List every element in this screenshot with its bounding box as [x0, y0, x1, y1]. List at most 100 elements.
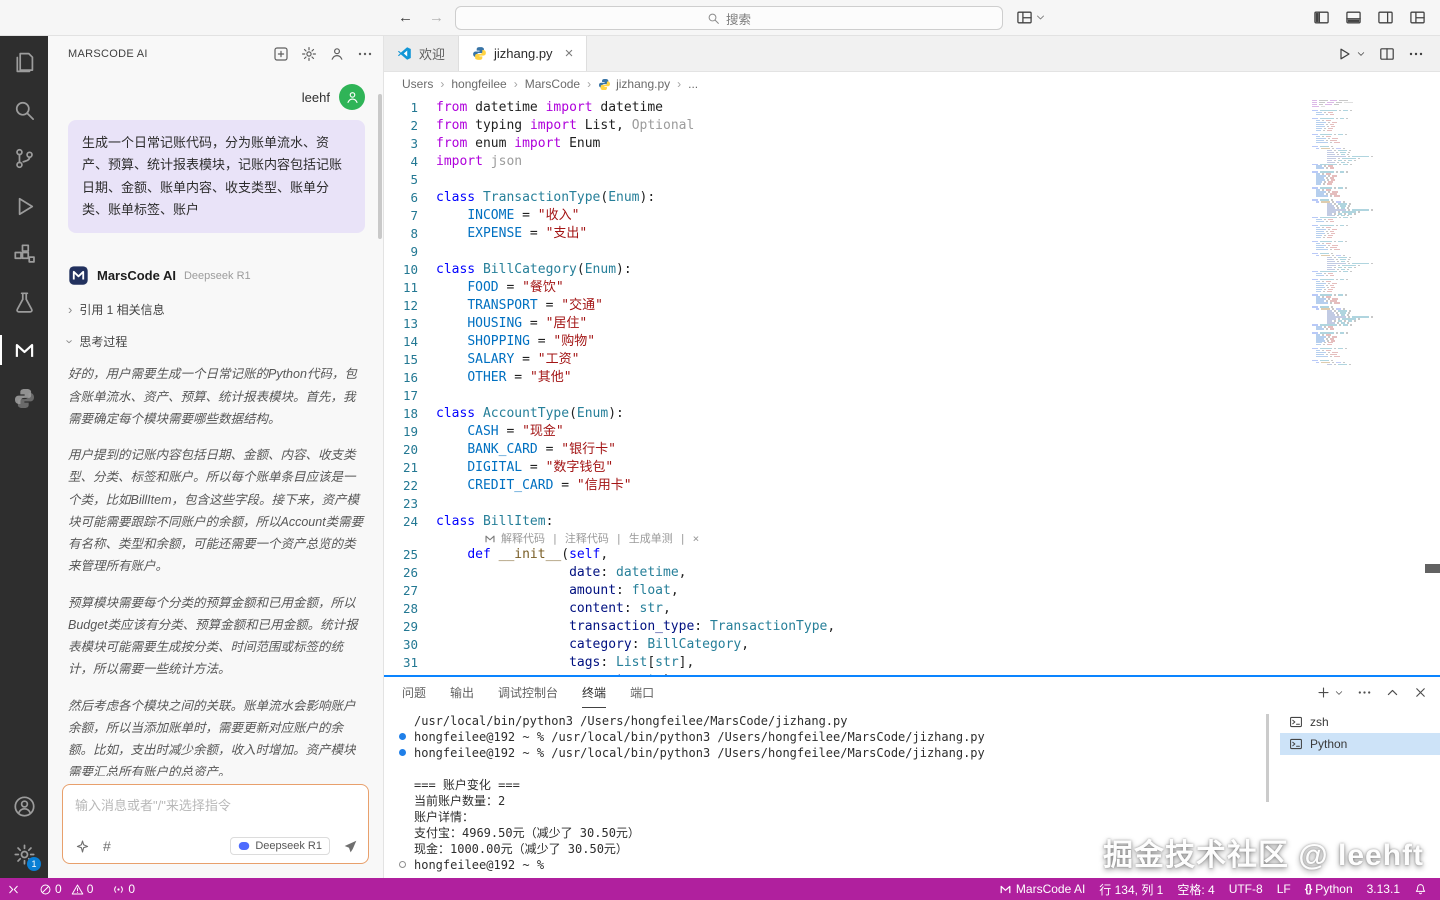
command-success-dot	[399, 733, 406, 740]
line-number: 9	[384, 243, 436, 261]
activity-item-python[interactable]	[0, 374, 48, 422]
run-icon[interactable]	[1336, 46, 1352, 62]
status-language-mode[interactable]: {}Python	[1298, 878, 1360, 900]
model-selector-badge[interactable]: Deepseek R1	[230, 837, 330, 855]
references-toggle[interactable]: › 引用 1 相关信息	[68, 301, 365, 318]
activity-item-extensions[interactable]	[0, 230, 48, 278]
code-editor[interactable]: 1from datetime import datetime2from typi…	[384, 96, 1440, 675]
terminal-line: 支付宝：4969.50元（减少了 30.50元）	[414, 825, 1268, 841]
line-number: 20	[384, 441, 436, 459]
breadcrumb-item[interactable]: jizhang.py	[598, 77, 670, 91]
account-icon	[13, 795, 36, 818]
panel-tab-端口[interactable]: 端口	[630, 677, 654, 708]
status-notifications[interactable]	[1407, 878, 1434, 900]
panel-actions	[1316, 685, 1428, 700]
status-problems[interactable]: 00	[32, 878, 105, 900]
status-bar: 000 MarsCode AI 行 134, 列 1 空格: 4 UTF-8LF{}P…	[0, 878, 1440, 900]
status-marscode-status[interactable]: MarsCode AI	[992, 878, 1092, 900]
panel-tab-输出[interactable]: 输出	[450, 677, 474, 708]
status-label: 空格: 4	[1177, 881, 1214, 898]
terminal-list-label: zsh	[1310, 715, 1329, 729]
breadcrumb-item[interactable]: hongfeilee	[451, 77, 506, 91]
sparkle-icon[interactable]	[75, 839, 90, 854]
status-indentation[interactable]: 空格: 4	[1170, 878, 1221, 900]
panel-left-icon[interactable]	[1313, 9, 1330, 26]
line-number: 7	[384, 207, 436, 225]
hash-command-button[interactable]: #	[103, 838, 111, 854]
activity-item-search[interactable]	[0, 86, 48, 134]
panel-tab-问题[interactable]: 问题	[402, 677, 426, 708]
marscode-logo-icon	[68, 265, 89, 286]
new-chat-icon[interactable]	[273, 46, 289, 62]
status-cursor-position[interactable]: 行 134, 列 1	[1092, 878, 1170, 900]
window-layout-button[interactable]	[1016, 9, 1046, 26]
terminal-scrollbar[interactable]	[1266, 714, 1269, 802]
line-number: 23	[384, 495, 436, 513]
codelens-actions[interactable]: 解释代码 | 注释代码 | 生成单测 | ×	[501, 530, 699, 548]
close-tab-icon[interactable]: ×	[565, 46, 574, 61]
activity-item-source-control[interactable]	[0, 134, 48, 182]
code-line: 19 CASH = "现金"	[384, 423, 1308, 441]
line-number: 12	[384, 297, 436, 315]
more-icon[interactable]	[357, 46, 373, 62]
terminal-line: hongfeilee@192 ~ % /usr/local/bin/python…	[414, 729, 1268, 745]
terminal-output[interactable]: /usr/local/bin/python3 /Users/hongfeilee…	[384, 713, 1268, 878]
line-number: 17	[384, 387, 436, 405]
settings-icon[interactable]	[301, 46, 317, 62]
sidebar-scrollbar[interactable]	[378, 94, 382, 239]
braces-icon: {}	[1305, 883, 1312, 896]
more-icon[interactable]	[1408, 46, 1424, 62]
status-label: MarsCode AI	[1016, 882, 1085, 896]
activity-item-account[interactable]	[0, 782, 48, 830]
profile-icon	[345, 90, 360, 105]
line-number: 14	[384, 333, 436, 351]
plus-icon[interactable]	[1316, 685, 1331, 700]
code-line: 3from enum import Enum	[384, 135, 1308, 153]
back-button[interactable]: ←	[398, 8, 413, 28]
thinking-toggle[interactable]: › 思考过程	[68, 333, 365, 350]
layout-icon[interactable]	[1409, 9, 1426, 26]
breadcrumb-item[interactable]: ...	[688, 77, 698, 91]
chat-input[interactable]: 输入消息或者"/"来选择指令 # Deepseek R1	[62, 784, 369, 864]
terminal-line: 当前账户数量：2	[414, 793, 1268, 809]
activity-item-testing[interactable]	[0, 278, 48, 326]
close-icon[interactable]	[1413, 685, 1428, 700]
status-python-version[interactable]: 3.13.1	[1360, 878, 1407, 900]
tab-欢迎[interactable]: 欢迎	[384, 36, 459, 71]
tab-jizhang.py[interactable]: jizhang.py×	[459, 36, 587, 71]
minimap[interactable]	[1312, 100, 1424, 366]
panel-right-icon[interactable]	[1377, 9, 1394, 26]
vscode-window: ← → 搜索 1 MARSCODE AI leehf 生成一个日常记账	[0, 0, 1440, 900]
terminal-list-item-zsh[interactable]: zsh	[1280, 711, 1440, 733]
activity-item-run-debug[interactable]	[0, 182, 48, 230]
panel-tab-终端[interactable]: 终端	[582, 677, 606, 708]
activity-item-explorer[interactable]	[0, 38, 48, 86]
chevron-up-icon[interactable]	[1385, 685, 1400, 700]
panel-tab-调试控制台[interactable]: 调试控制台	[498, 677, 558, 708]
profile-icon[interactable]	[329, 46, 345, 62]
panel-bottom-icon[interactable]	[1345, 9, 1362, 26]
status-ports[interactable]: 0	[105, 878, 147, 900]
breadcrumb-item[interactable]: MarsCode	[525, 77, 580, 91]
line-number: 27	[384, 582, 436, 600]
forward-button[interactable]: →	[429, 8, 444, 28]
code-line: 8 EXPENSE = "支出"	[384, 225, 1308, 243]
status-encoding[interactable]: UTF-8	[1222, 878, 1270, 900]
terminal-list-item-Python[interactable]: Python	[1280, 733, 1440, 755]
avatar[interactable]	[339, 84, 365, 110]
status-remote[interactable]	[0, 878, 32, 900]
editor-actions	[1320, 36, 1440, 71]
chevron-down-icon[interactable]	[1334, 688, 1344, 698]
breadcrumb-item[interactable]: Users	[402, 77, 433, 91]
sidebar-header-actions	[261, 46, 373, 62]
status-eol[interactable]: LF	[1270, 878, 1298, 900]
activity-item-marscode[interactable]	[0, 326, 48, 374]
line-number: 19	[384, 423, 436, 441]
status-label: 3.13.1	[1367, 882, 1400, 896]
send-icon[interactable]	[343, 839, 358, 854]
command-center-search[interactable]: 搜索	[455, 6, 1003, 30]
split-editor-icon[interactable]	[1379, 46, 1395, 62]
chevron-down-icon[interactable]	[1356, 49, 1366, 59]
more-icon[interactable]	[1357, 685, 1372, 700]
activity-item-settings[interactable]: 1	[0, 830, 48, 878]
